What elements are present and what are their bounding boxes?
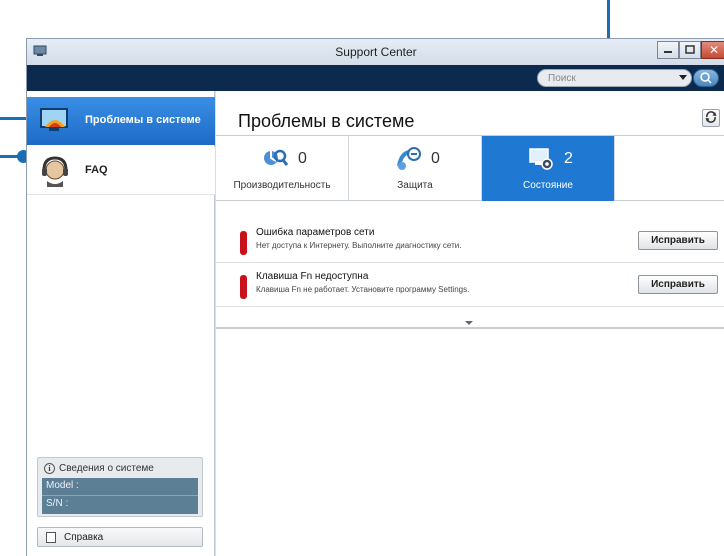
tab-count: 0 xyxy=(431,150,440,167)
monitor-warning-icon xyxy=(40,108,68,131)
serial-number-label: S/N : xyxy=(46,498,69,509)
help-button[interactable]: Справка xyxy=(37,527,203,547)
help-book-icon xyxy=(46,532,56,543)
sidebar-item-faq[interactable]: FAQ xyxy=(27,147,215,195)
sidebar-item-label: FAQ xyxy=(85,164,108,176)
window-title: Support Center xyxy=(335,45,417,59)
tab-count: 2 xyxy=(564,150,573,167)
top-toolbar xyxy=(27,65,724,91)
tab-label: Производительность xyxy=(233,180,331,191)
issue-row: Ошибка параметров сети Нет доступа к Инт… xyxy=(216,219,724,263)
system-info-body: Model : S/N : xyxy=(42,478,198,514)
page-title: Проблемы в системе xyxy=(238,111,415,131)
issue-description: Клавиша Fn не работает. Установите прогр… xyxy=(256,285,470,294)
support-center-window: Support Center ✕ Проб xyxy=(26,38,724,556)
system-info-heading: i Сведения о системе xyxy=(44,463,154,474)
fix-button[interactable]: Исправить xyxy=(638,275,718,294)
system-info-divider xyxy=(42,495,198,496)
sidebar-item-problems[interactable]: Проблемы в системе xyxy=(27,97,215,145)
minimize-button[interactable] xyxy=(657,41,679,59)
error-status-indicator xyxy=(240,231,247,255)
main-panel: Проблемы в системе 0 Производительность xyxy=(216,91,724,556)
headset-icon xyxy=(42,156,68,187)
tab-security[interactable]: 0 Защита xyxy=(349,136,482,201)
security-icon xyxy=(397,147,421,170)
tab-status[interactable]: 2 Состояние xyxy=(482,136,615,201)
expand-list-bar[interactable] xyxy=(216,321,724,329)
tab-count: 0 xyxy=(298,150,307,167)
refresh-icon xyxy=(705,111,717,123)
search-button[interactable] xyxy=(693,69,719,87)
search-input[interactable] xyxy=(548,71,668,85)
search-icon xyxy=(700,72,712,84)
minimize-icon xyxy=(664,51,672,53)
sidebar-item-label: Проблемы в системе xyxy=(85,114,201,126)
status-icon xyxy=(529,148,553,170)
issue-description: Нет доступа к Интернету. Выполните диагн… xyxy=(256,241,462,250)
issue-title: Клавиша Fn недоступна xyxy=(256,271,369,282)
system-info-panel: i Сведения о системе Model : S/N : xyxy=(37,457,203,517)
close-icon: ✕ xyxy=(708,43,720,57)
close-button[interactable]: ✕ xyxy=(701,41,724,59)
issue-row: Клавиша Fn недоступна Клавиша Fn не рабо… xyxy=(216,263,724,307)
issue-title: Ошибка параметров сети xyxy=(256,227,375,238)
model-label: Model : xyxy=(46,480,79,491)
chevron-down-icon[interactable] xyxy=(465,321,473,325)
maximize-icon xyxy=(685,45,695,54)
performance-icon xyxy=(264,149,288,166)
search-box[interactable] xyxy=(537,69,692,87)
info-icon: i xyxy=(44,463,55,474)
tab-label: Состояние xyxy=(523,180,573,191)
maximize-button[interactable] xyxy=(679,41,701,59)
tab-label: Защита xyxy=(397,180,433,191)
error-status-indicator xyxy=(240,275,247,299)
category-tabs: 0 Производительность 0 Защита 2 Состояни… xyxy=(216,135,724,201)
fix-button[interactable]: Исправить xyxy=(638,231,718,250)
sidebar: Проблемы в системе FAQ i Сведения о систе… xyxy=(27,91,215,556)
system-info-heading-text: Сведения о системе xyxy=(59,463,154,474)
refresh-button[interactable] xyxy=(702,109,720,127)
tab-performance[interactable]: 0 Производительность xyxy=(216,136,349,201)
title-bar: Support Center ✕ xyxy=(27,39,724,65)
search-dropdown-icon[interactable] xyxy=(679,75,687,80)
help-button-label: Справка xyxy=(64,532,104,543)
